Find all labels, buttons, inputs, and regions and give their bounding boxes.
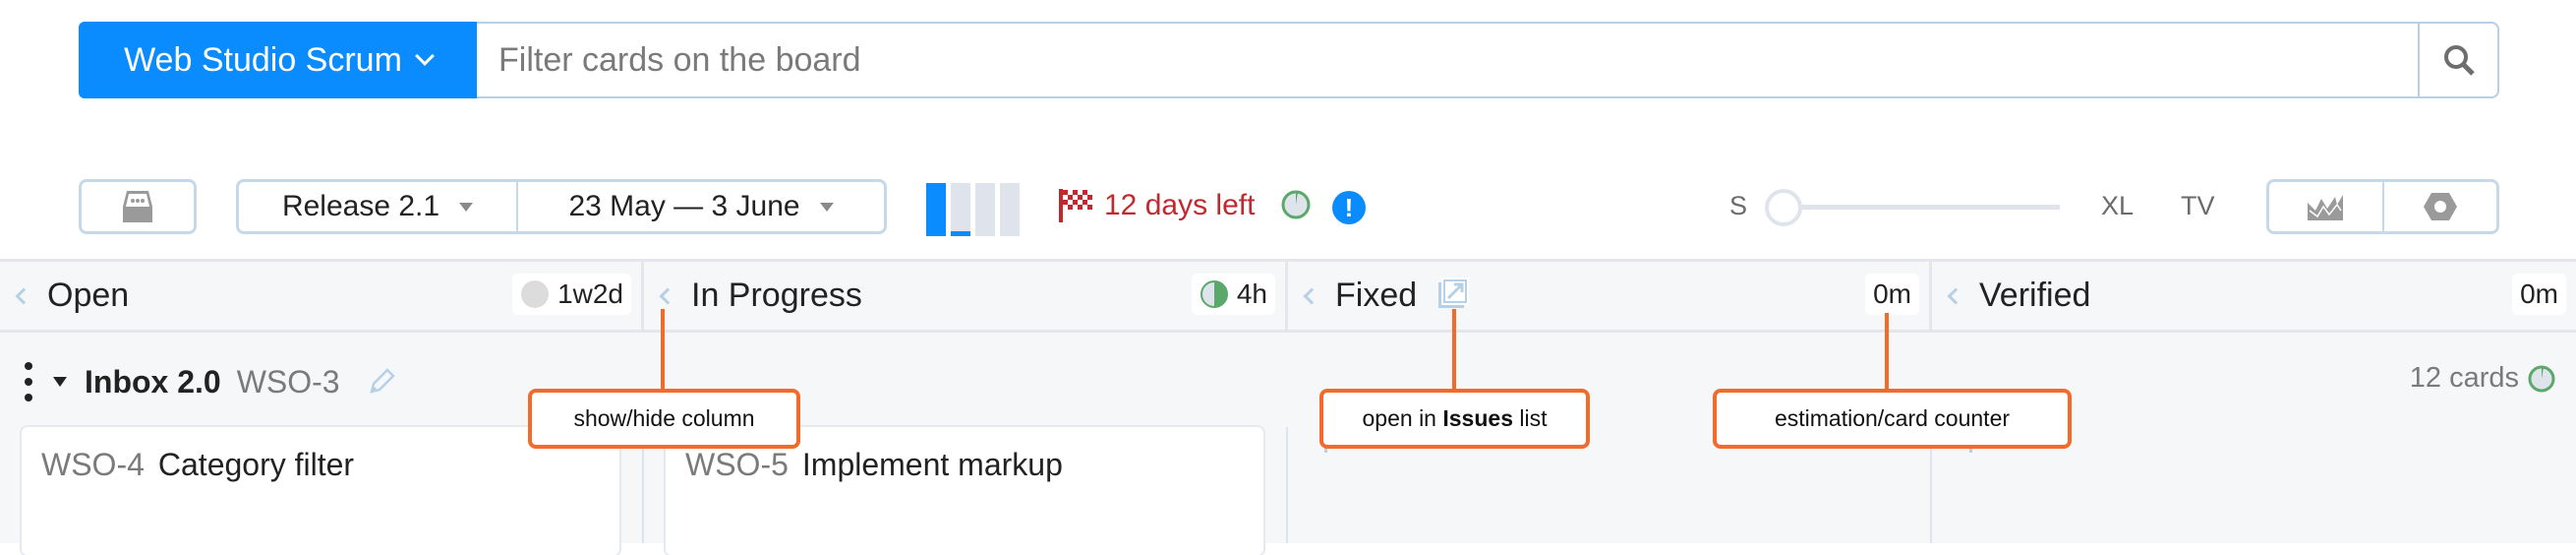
callout-text-prefix: open in [1362, 405, 1443, 431]
callout-line [661, 309, 665, 390]
search-button[interactable] [2418, 22, 2499, 98]
callout-line [1452, 309, 1456, 390]
size-max-label: XL [2101, 191, 2135, 220]
callout-text-suffix: list [1512, 405, 1548, 431]
inbox-button[interactable] [79, 179, 197, 234]
card-count-label: 12 cards [2409, 362, 2519, 394]
board-selector-button[interactable]: Web Studio Scrum [79, 22, 477, 98]
slider-track [1785, 205, 2060, 210]
checkered-flag-icon [1059, 189, 1092, 222]
hexagon-nut-icon [2423, 193, 2457, 220]
collapse-column-icon[interactable] [15, 287, 32, 304]
card-title: Category filter [157, 447, 355, 482]
callout-text-bold: Issues [1442, 405, 1513, 431]
callout-text: estimation/card counter [1774, 405, 2011, 431]
column-header-verified: Verified 0m [1932, 262, 2576, 330]
chevron-down-icon [415, 46, 435, 66]
column-header-fixed: Fixed 0m [1288, 262, 1932, 330]
collapse-column-icon[interactable] [1303, 287, 1320, 304]
sprint-dropdown[interactable]: Release 2.1 [239, 182, 518, 231]
card-size-slider[interactable] [1765, 189, 2065, 226]
slider-thumb[interactable] [1765, 189, 1802, 226]
column-counter[interactable]: 0m [1865, 274, 1919, 315]
column-header-open: Open 1w2d [0, 262, 644, 330]
column-counter[interactable]: 4h [1191, 274, 1275, 315]
top-bar: Web Studio Scrum [79, 22, 2499, 98]
days-left-indicator[interactable]: 12 days left [1057, 187, 1255, 224]
progress-bar-fill [951, 230, 970, 236]
progress-bar [975, 183, 995, 236]
column-header-in-progress: In Progress 4h [644, 262, 1288, 330]
callout-line [1885, 313, 1889, 390]
pie-chart-icon [2528, 365, 2555, 392]
callout-show-hide-column: show/hide column [528, 389, 800, 449]
burndown-chart-icon [2308, 195, 2344, 220]
progress-bar-fill [926, 183, 946, 236]
column-estimate: 0m [1873, 278, 1911, 309]
progress-bar [1000, 183, 1020, 236]
half-pie-icon [1200, 280, 1228, 308]
column-title: Fixed [1335, 277, 1418, 314]
pencil-icon[interactable] [366, 366, 397, 398]
caret-down-icon [819, 202, 834, 212]
date-range-dropdown[interactable]: 23 May — 3 June [518, 182, 884, 231]
callout-estimation-counter: estimation/card counter [1713, 389, 2072, 449]
sprint-label: Release 2.1 [281, 190, 440, 222]
collapse-column-icon[interactable] [1947, 287, 1964, 304]
caret-down-icon [459, 202, 474, 212]
column-estimate: 1w2d [557, 278, 623, 309]
column-estimate: 0m [2520, 278, 2558, 309]
column-counter[interactable]: 1w2d [512, 274, 631, 315]
swimlane-key[interactable]: WSO-3 [237, 364, 340, 401]
sprint-selector-group: Release 2.1 23 May — 3 June [236, 179, 887, 234]
card-title: Implement markup [801, 447, 1063, 482]
collapse-column-icon[interactable] [659, 287, 676, 304]
date-range-label: 23 May — 3 June [568, 190, 800, 222]
column-divider [1286, 427, 1288, 543]
progress-bar [926, 183, 946, 236]
pie-chart-icon [1281, 190, 1311, 219]
column-title: In Progress [691, 277, 862, 314]
sprint-progress-bars[interactable] [926, 183, 1021, 236]
column-title: Verified [1979, 277, 2091, 314]
column-title: Open [47, 277, 130, 314]
size-min-label: S [1729, 191, 1748, 220]
search-input[interactable] [477, 22, 2418, 98]
search-icon [2443, 45, 2475, 76]
inbox-icon [123, 191, 152, 222]
progress-bar [951, 183, 970, 236]
column-estimate: 4h [1236, 278, 1267, 309]
sprint-time-pie[interactable] [1280, 189, 1312, 225]
settings-button[interactable] [2384, 182, 2497, 231]
callout-text: open in Issues list [1363, 405, 1548, 432]
days-left-label: 12 days left [1104, 189, 1256, 221]
board-body: Inbox 2.0 WSO-3 12 cards WSO-4 Category f… [0, 333, 2576, 555]
column-counter[interactable]: 0m [2512, 274, 2566, 315]
swimlane-header: Inbox 2.0 WSO-3 [22, 362, 397, 401]
view-buttons [2266, 179, 2499, 234]
swimlane-name[interactable]: Inbox 2.0 [85, 364, 221, 401]
column-header-row: Open 1w2d In Progress 4h Fixed 0m Verifi… [0, 259, 2576, 333]
card-key[interactable]: WSO-5 [685, 447, 789, 482]
external-link-icon [1438, 278, 1470, 308]
swimlane-card-count: 12 cards [2410, 362, 2556, 395]
tv-mode-button[interactable]: TV [2181, 191, 2215, 221]
collapse-swimlane-icon[interactable] [53, 377, 67, 387]
burndown-chart-button[interactable] [2269, 182, 2384, 231]
swimlane-menu-icon[interactable] [22, 362, 35, 401]
alert-icon[interactable]: ! [1332, 191, 1366, 224]
board-toolbar: Release 2.1 23 May — 3 June 12 days left… [0, 177, 2576, 236]
callout-text: show/hide column [573, 405, 755, 431]
grey-circle-icon [521, 280, 550, 308]
card-key[interactable]: WSO-4 [41, 447, 145, 482]
callout-open-in-issues: open in Issues list [1319, 389, 1590, 449]
board-selector-label: Web Studio Scrum [124, 40, 402, 79]
